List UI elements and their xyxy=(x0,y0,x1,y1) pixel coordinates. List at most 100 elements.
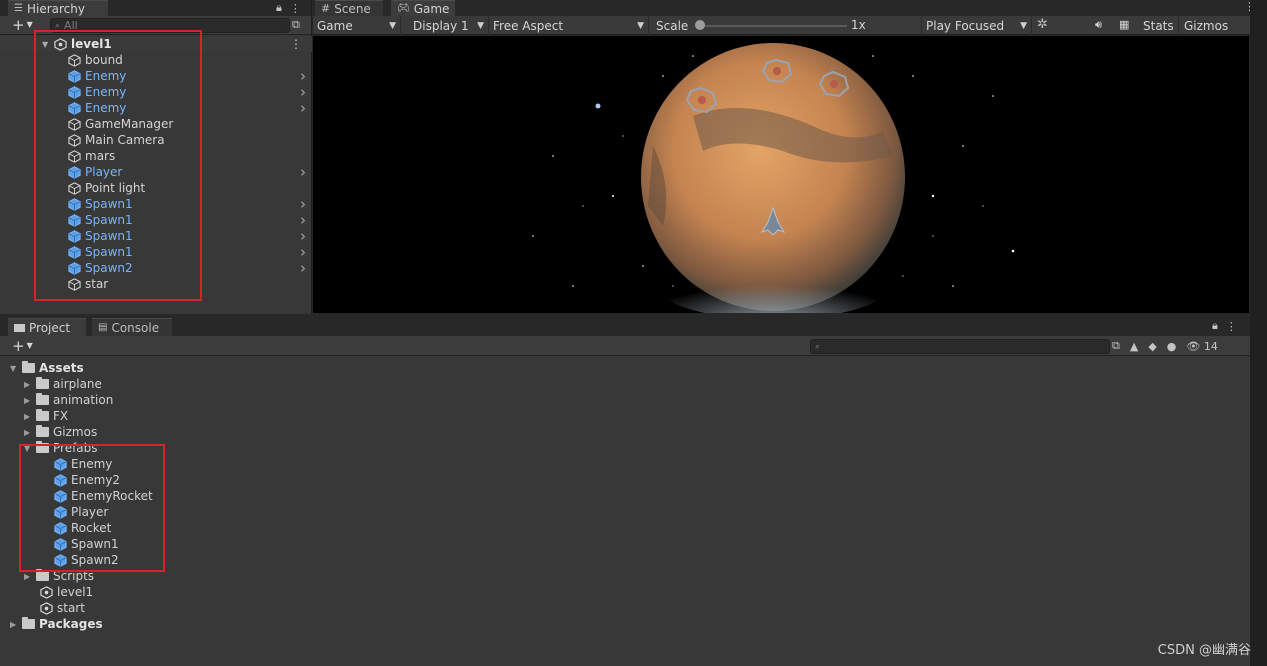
tab-console[interactable]: ▤ Console xyxy=(92,318,172,336)
hierarchy-item[interactable]: Point light xyxy=(0,180,312,196)
tree-item-label: Enemy xyxy=(71,457,113,471)
tree-item-label: level1 xyxy=(57,585,94,599)
tab-scene[interactable]: # Scene xyxy=(315,0,383,16)
folder-item[interactable]: ▶ Gizmos xyxy=(24,424,97,440)
open-prefab-chevron-icon[interactable]: › xyxy=(300,99,306,117)
project-right-tools: ⧉ ▲ ◆ ● 👁︎ 14 xyxy=(1112,336,1218,356)
tree-item-label: Spawn1 xyxy=(71,537,119,551)
hierarchy-item[interactable]: Spawn1 › xyxy=(0,227,312,245)
tab-game[interactable]: 🎮︎ Game xyxy=(391,0,455,16)
game-mode-dropdown[interactable]: Game ▼ xyxy=(313,16,401,35)
collapsed-triangle-icon[interactable]: ▶ xyxy=(24,428,36,437)
hierarchy-tabstrip: ☰ Hierarchy 🔒︎ ⋮ xyxy=(0,0,311,16)
folder-item[interactable]: ▶ FX xyxy=(24,408,68,424)
tab-hierarchy[interactable]: ☰ Hierarchy xyxy=(8,0,108,16)
prefab-asset-item[interactable]: Spawn2 xyxy=(50,552,119,568)
display-dropdown[interactable]: Display 1 ▼ xyxy=(409,16,489,35)
hierarchy-item[interactable]: star xyxy=(0,276,312,292)
search-icon: ⌕ xyxy=(55,20,61,31)
folder-icon xyxy=(22,617,35,629)
open-prefab-chevron-icon[interactable]: › xyxy=(300,163,306,181)
tree-item-label: FX xyxy=(53,409,69,423)
more-menu-icon[interactable]: ⋮ xyxy=(290,2,301,15)
folder-icon xyxy=(14,323,25,332)
aspect-dropdown[interactable]: Free Aspect ▼ xyxy=(489,16,649,35)
tab-project[interactable]: Project xyxy=(8,318,86,336)
gizmos-dropdown[interactable]: Gizmos▼ xyxy=(1180,16,1258,35)
prefab-asset-item[interactable]: Spawn1 xyxy=(50,536,119,552)
hierarchy-item[interactable]: Enemy › xyxy=(0,99,312,117)
scale-slider-track[interactable] xyxy=(701,25,847,27)
hierarchy-item-label: Spawn2 xyxy=(85,261,133,275)
collapsed-triangle-icon[interactable]: ▶ xyxy=(24,412,36,421)
expanded-triangle-icon[interactable]: ▼ xyxy=(24,444,36,453)
prefabs-folder[interactable]: ▼ Prefabs xyxy=(24,440,98,456)
filter-by-type-icon[interactable]: ▲ xyxy=(1130,340,1138,353)
assets-folder[interactable]: ▼ Assets xyxy=(10,360,84,376)
collapsed-triangle-icon[interactable]: ▶ xyxy=(24,572,36,581)
folder-item[interactable]: ▶ airplane xyxy=(24,376,102,392)
create-asset-button[interactable]: + ▼ xyxy=(12,338,33,354)
prefab-asset-item[interactable]: EnemyRocket xyxy=(50,488,153,504)
dropdown-arrow-icon: ▼ xyxy=(1020,20,1027,31)
expanded-triangle-icon[interactable]: ▼ xyxy=(10,364,22,373)
folder-icon xyxy=(36,425,49,437)
create-button[interactable]: + ▼ xyxy=(12,17,33,33)
hierarchy-item[interactable]: Spawn1 › xyxy=(0,195,312,213)
plus-icon: + xyxy=(12,337,25,355)
packages-folder[interactable]: ▶ Packages xyxy=(10,616,103,632)
label-tag-icon[interactable]: ◆ xyxy=(1148,340,1156,353)
hierarchy-item[interactable]: mars xyxy=(0,148,312,164)
scene-asset-item[interactable]: level1 xyxy=(36,584,93,600)
hierarchy-tab-tools: 🔒︎ ⋮ xyxy=(276,0,301,16)
stats-button[interactable]: Stats xyxy=(1139,16,1179,35)
lock-icon[interactable]: 🔒︎ xyxy=(276,1,282,15)
more-menu-icon[interactable]: ⋮ xyxy=(1226,320,1237,333)
scene-menu-icon[interactable]: ⋮ xyxy=(290,37,302,51)
prefab-cube-icon xyxy=(68,229,81,243)
scripts-folder[interactable]: ▶ Scripts xyxy=(24,568,94,584)
gameobject-cube-icon xyxy=(68,117,81,131)
scene-root-row[interactable]: ▼ level1 ⋮ xyxy=(0,36,312,52)
collapse-triangle-icon[interactable]: ▼ xyxy=(42,40,52,49)
hierarchy-item[interactable]: Enemy › xyxy=(0,83,312,101)
collapsed-triangle-icon[interactable]: ▶ xyxy=(24,380,36,389)
scale-slider-handle[interactable] xyxy=(695,20,705,30)
lock-icon[interactable]: 🔒︎ xyxy=(1212,319,1218,333)
open-prefab-chevron-icon[interactable]: › xyxy=(300,259,306,277)
prefab-asset-item[interactable]: Player xyxy=(50,504,108,520)
prefab-asset-item[interactable]: Enemy xyxy=(50,456,112,472)
hierarchy-search-input[interactable]: ⌕ All xyxy=(50,18,290,33)
hierarchy-item[interactable]: bound xyxy=(0,52,312,68)
hierarchy-item[interactable]: Player › xyxy=(0,163,312,181)
filter-scene-icon[interactable]: ⧉ xyxy=(292,18,300,32)
folder-item[interactable]: ▶ animation xyxy=(24,392,113,408)
hierarchy-item[interactable]: Spawn2 › xyxy=(0,259,312,277)
project-search-input[interactable]: ⌕ xyxy=(810,339,1110,354)
tab-game-label: Game xyxy=(413,1,450,16)
warning-icon[interactable]: ● xyxy=(1167,340,1177,353)
play-mode-dropdown[interactable]: Play Focused ▼ xyxy=(922,16,1032,35)
hierarchy-item[interactable]: Spawn1 › xyxy=(0,243,312,261)
folder-icon xyxy=(36,569,49,581)
search-by-type-icon[interactable]: ⧉ xyxy=(1112,339,1120,353)
bug-icon[interactable]: ✲ xyxy=(1037,17,1048,32)
audio-mute-icon[interactable]: 🔊︎ xyxy=(1095,18,1102,32)
prefab-asset-item[interactable]: Enemy2 xyxy=(50,472,120,488)
prefab-cube-icon xyxy=(54,505,67,519)
game-viewport[interactable] xyxy=(313,36,1249,313)
prefab-cube-icon xyxy=(68,213,81,227)
hierarchy-item[interactable]: Main Camera xyxy=(0,132,312,148)
collapsed-triangle-icon[interactable]: ▶ xyxy=(10,620,22,629)
hierarchy-item-label: Player xyxy=(85,165,123,179)
collapsed-triangle-icon[interactable]: ▶ xyxy=(24,396,36,405)
hidden-packages-icon[interactable]: 👁︎ 14 xyxy=(1186,340,1217,353)
frame-debugger-icon[interactable]: ▦ xyxy=(1119,18,1129,31)
hierarchy-item[interactable]: Spawn1 › xyxy=(0,211,312,229)
hierarchy-item[interactable]: GameManager xyxy=(0,116,312,132)
prefab-asset-item[interactable]: Rocket xyxy=(50,520,111,536)
folder-icon xyxy=(36,441,49,453)
hierarchy-item[interactable]: Enemy › xyxy=(0,67,312,85)
dropdown-arrow-icon: ▼ xyxy=(389,20,396,31)
scene-asset-item[interactable]: start xyxy=(36,600,85,616)
